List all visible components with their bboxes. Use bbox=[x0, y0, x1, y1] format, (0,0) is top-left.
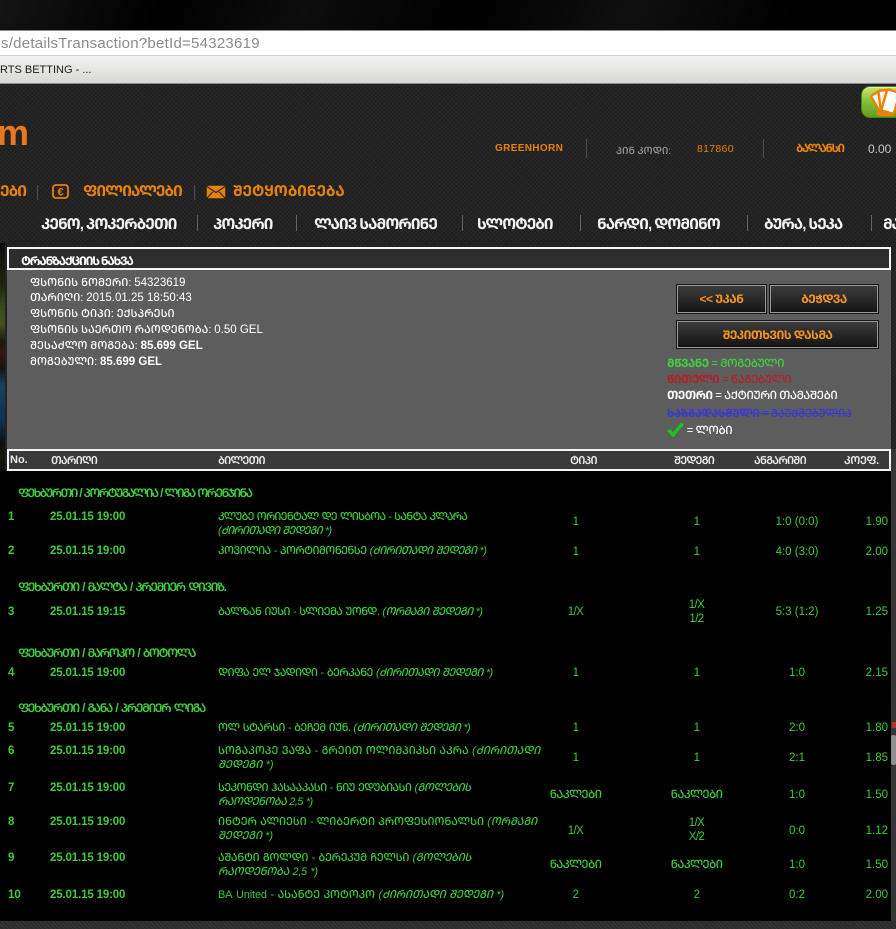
svg-text:€: € bbox=[57, 187, 63, 199]
